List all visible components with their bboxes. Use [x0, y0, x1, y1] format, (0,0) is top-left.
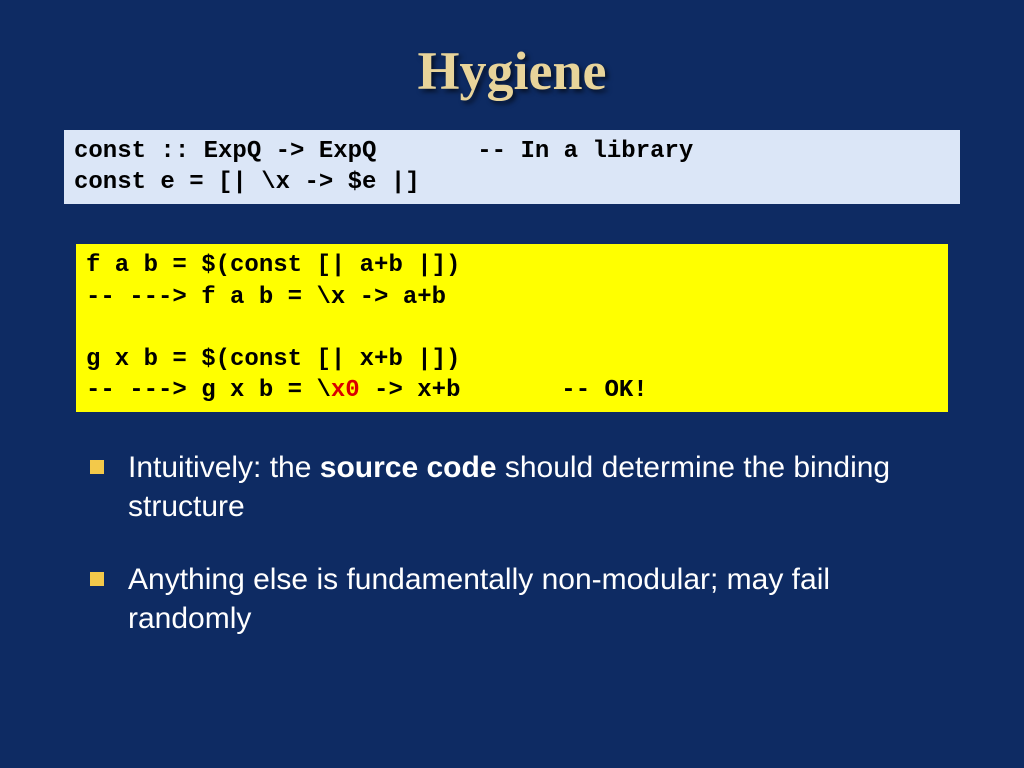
code-line: -> x+b -- OK!: [360, 377, 648, 404]
bullet-text: Intuitively: the: [128, 451, 320, 484]
bullet-list: Intuitively: the source code should dete…: [60, 448, 964, 638]
code-line: g x b = $(const [| x+b |]): [86, 346, 460, 373]
code-block-library: const :: ExpQ -> ExpQ -- In a library co…: [64, 130, 960, 204]
code-line: f a b = $(const [| a+b |]): [86, 252, 460, 279]
code-line: -- ---> f a b = \x -> a+b: [86, 284, 446, 311]
bullet-text: Anything else is fundamentally non-modul…: [128, 563, 830, 635]
slide-title: Hygiene: [60, 40, 964, 102]
bullet-item: Anything else is fundamentally non-modul…: [100, 560, 964, 638]
code-highlight: x0: [331, 377, 360, 404]
bullet-bold: source code: [320, 451, 497, 484]
code-block-example: f a b = $(const [| a+b |]) -- ---> f a b…: [76, 244, 948, 412]
code-line-blank: [86, 315, 100, 342]
bullet-item: Intuitively: the source code should dete…: [100, 448, 964, 526]
code-line: -- ---> g x b = \: [86, 377, 331, 404]
